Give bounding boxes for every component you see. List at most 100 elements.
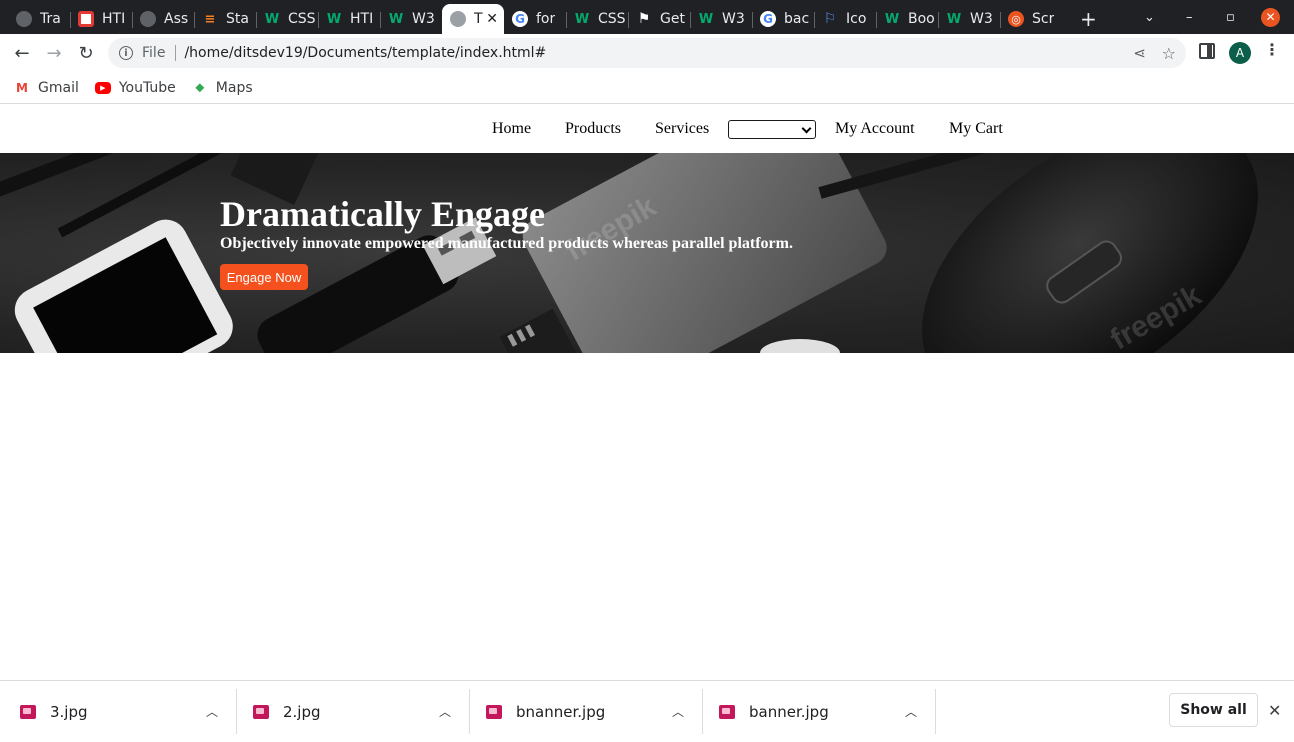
globe-icon	[16, 11, 32, 27]
close-icon: ✕	[1261, 7, 1280, 27]
gmail-icon: M	[16, 80, 28, 95]
google-icon: G	[760, 11, 776, 27]
new-tab-icon[interactable]: +	[1080, 4, 1097, 34]
browser-tab[interactable]: HTI	[70, 4, 132, 34]
download-filename: banner.jpg	[749, 702, 829, 721]
image-file-icon	[486, 704, 502, 719]
maps-icon: ⬥	[195, 80, 204, 94]
browser-tab-strip: Tra HTI Ass ≡ Sta W CSS W HTI W W3 T ✕ Gfor W…	[0, 0, 1294, 34]
browser-tab[interactable]: W CSS	[256, 4, 318, 34]
w3schools-icon: W	[574, 11, 590, 27]
close-tab-icon[interactable]: ✕	[486, 11, 498, 27]
hero-banner: freepik freepik Dramatically Engage Obje…	[0, 153, 1294, 353]
ubuntu-icon: ◎	[1008, 11, 1024, 27]
nav-dropdown-select[interactable]	[728, 120, 816, 139]
menu-kebab-icon[interactable]: ⋮	[1264, 40, 1280, 59]
google-icon: G	[512, 11, 528, 27]
nav-link-products[interactable]: Products	[565, 120, 621, 138]
w3schools-icon: W	[946, 11, 962, 27]
url-text[interactable]: /home/ditsdev19/Documents/template/index…	[184, 45, 546, 61]
image-file-icon	[253, 704, 269, 719]
browser-tab[interactable]: Tra	[8, 4, 70, 34]
browser-tab[interactable]: Gbac	[752, 4, 814, 34]
nav-link-my-account[interactable]: My Account	[835, 120, 915, 138]
nav-link-my-cart[interactable]: My Cart	[949, 120, 1003, 138]
globe-icon	[140, 11, 156, 27]
download-item[interactable]: 2.jpg ︿	[253, 681, 469, 742]
browser-toolbar: ← → ↻ i File /home/ditsdev19/Documents/t…	[0, 34, 1294, 72]
bookmark-flag-icon: ⚐	[823, 11, 837, 27]
browser-tab[interactable]: Gfor	[504, 4, 566, 34]
show-all-button[interactable]: Show all	[1169, 693, 1258, 727]
bookmark-gmail[interactable]: M Gmail	[14, 80, 79, 96]
stackoverflow-icon: ≡	[204, 11, 216, 27]
image-file-icon	[20, 704, 36, 719]
url-divider	[175, 45, 177, 61]
w3schools-icon: W	[264, 11, 280, 27]
forward-arrow-icon[interactable]: →	[38, 37, 70, 69]
download-divider	[702, 689, 703, 734]
chevron-up-icon[interactable]: ︿	[439, 703, 451, 720]
close-icon[interactable]: ✕	[1268, 701, 1281, 720]
browser-tab[interactable]: W W3	[938, 4, 1000, 34]
restore-icon[interactable]: ▫	[1226, 0, 1235, 34]
bookmark-star-icon[interactable]: ☆	[1162, 44, 1176, 63]
hero-title: Dramatically Engage	[220, 194, 545, 234]
back-arrow-icon[interactable]: ←	[6, 37, 38, 69]
tab-list: Tra HTI Ass ≡ Sta W CSS W HTI W W3 T ✕ Gfor W…	[0, 4, 1097, 34]
browser-tab[interactable]: ≡ Sta	[194, 4, 256, 34]
profile-avatar[interactable]: A	[1229, 42, 1251, 64]
opera-icon	[78, 11, 94, 27]
browser-tab[interactable]: W CSS	[566, 4, 628, 34]
browser-tab[interactable]: W W3	[380, 4, 442, 34]
download-divider	[935, 689, 936, 734]
w3schools-icon: W	[388, 11, 404, 27]
browser-tab[interactable]: ⚐ Ico	[814, 4, 876, 34]
bookmarks-bar: M Gmail ▶ YouTube ⬥ Maps	[0, 72, 1294, 104]
browser-tab-active[interactable]: T ✕	[442, 4, 504, 34]
side-panel-icon[interactable]	[1199, 43, 1215, 59]
address-bar[interactable]: i File /home/ditsdev19/Documents/templat…	[108, 38, 1186, 68]
browser-tab[interactable]: ⚑ Get	[628, 4, 690, 34]
image-file-icon	[719, 704, 735, 719]
globe-icon	[450, 11, 466, 27]
reload-icon[interactable]: ↻	[70, 37, 102, 69]
nav-link-services[interactable]: Services	[655, 120, 709, 138]
minimize-icon[interactable]: –	[1186, 0, 1193, 34]
flag-icon: ⚑	[637, 11, 651, 27]
site-nav: Home Products Services My Account My Car…	[0, 105, 1294, 153]
window-close-button[interactable]: ✕	[1261, 0, 1280, 34]
share-icon[interactable]: ⋖	[1133, 44, 1146, 62]
url-scheme-label: File	[142, 45, 166, 61]
browser-tab[interactable]: W HTI	[318, 4, 380, 34]
download-item[interactable]: 3.jpg ︿	[20, 681, 236, 742]
download-filename: 3.jpg	[50, 702, 88, 721]
bookmark-youtube[interactable]: ▶ YouTube	[94, 80, 176, 96]
browser-tab[interactable]: W Boo	[876, 4, 938, 34]
banner-photo: freepik freepik	[0, 153, 1258, 353]
download-shelf: 3.jpg ︿ 2.jpg ︿ bnanner.jpg ︿ banner.jpg…	[0, 680, 1294, 741]
download-item[interactable]: bnanner.jpg ︿	[486, 681, 702, 742]
chevron-up-icon[interactable]: ︿	[672, 703, 684, 720]
browser-tab[interactable]: Ass	[132, 4, 194, 34]
chevron-up-icon[interactable]: ︿	[206, 703, 218, 720]
chevron-up-icon[interactable]: ︿	[905, 703, 917, 720]
w3schools-icon: W	[884, 11, 900, 27]
engage-now-button[interactable]: Engage Now	[220, 264, 308, 290]
download-filename: bnanner.jpg	[516, 702, 606, 721]
nav-link-home[interactable]: Home	[492, 120, 531, 138]
w3schools-icon: W	[326, 11, 342, 27]
bookmark-maps[interactable]: ⬥ Maps	[192, 80, 253, 96]
w3schools-icon: W	[698, 11, 714, 27]
tab-search-chevron-icon[interactable]: ⌄	[1144, 0, 1155, 34]
youtube-icon: ▶	[94, 81, 111, 94]
info-icon[interactable]: i	[119, 46, 133, 60]
web-page: Home Products Services My Account My Car…	[0, 105, 1294, 680]
browser-tab[interactable]: W W3	[690, 4, 752, 34]
download-item[interactable]: banner.jpg ︿	[719, 681, 935, 742]
download-divider	[469, 689, 470, 734]
browser-tab[interactable]: ◎ Scr	[1000, 4, 1062, 34]
download-filename: 2.jpg	[283, 702, 321, 721]
download-divider	[236, 689, 237, 734]
hero-subtitle: Objectively innovate empowered manufactu…	[220, 235, 793, 252]
